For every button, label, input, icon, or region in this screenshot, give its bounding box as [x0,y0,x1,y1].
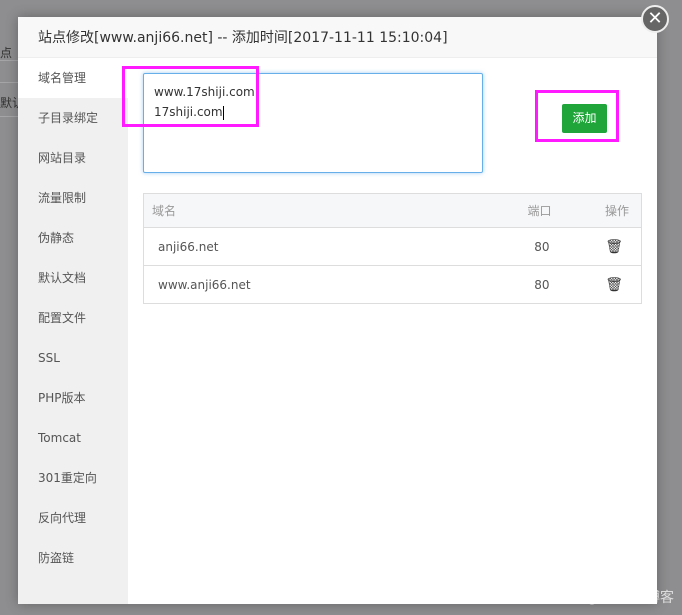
sidebar-item-proxy[interactable]: 反向代理 [18,498,128,538]
sidebar-item-subdir[interactable]: 子目录绑定 [18,98,128,138]
domain-cell: anji66.net [143,227,482,266]
sidebar-item-ssl[interactable]: SSL [18,338,128,378]
header-port: 端口 [481,193,582,228]
header-action: 操作 [581,193,642,228]
annotation-box [535,90,619,142]
port-cell: 80 [481,227,582,266]
domain-table: 域名 端口 操作 anji66.net 80 🗑 www.anji66.net … [143,193,642,304]
sidebar-item-traffic[interactable]: 流量限制 [18,178,128,218]
port-cell: 80 [481,265,582,304]
sidebar-item-rewrite[interactable]: 伪静态 [18,218,128,258]
trash-icon[interactable]: 🗑 [581,265,642,304]
background-text: 点 [0,46,13,60]
sidebar-item-php[interactable]: PHP版本 [18,378,128,418]
trash-icon[interactable]: 🗑 [581,227,642,266]
sidebar-item-redirect[interactable]: 301重定向 [18,458,128,498]
site-edit-modal: 站点修改[www.anji66.net] -- 添加时间[2017-11-11 … [18,17,657,604]
background-line [0,116,18,117]
sidebar-item-default-doc[interactable]: 默认文档 [18,258,128,298]
sidebar-item-hotlink[interactable]: 防盗链 [18,538,128,578]
sidebar: 域名管理 子目录绑定 网站目录 流量限制 伪静态 默认文档 配置文件 SSL P… [18,58,128,604]
sidebar-item-tomcat[interactable]: Tomcat [18,418,128,458]
table-row: anji66.net 80 🗑 [143,227,642,266]
sidebar-item-domain[interactable]: 域名管理 [18,58,128,98]
watermark: @51CTO博客 [584,590,674,606]
close-icon[interactable]: ✕ [641,5,669,33]
table-row: www.anji66.net 80 🗑 [143,265,642,304]
header-domain: 域名 [143,193,482,228]
table-header: 域名 端口 操作 [143,193,642,228]
domain-cell: www.anji66.net [143,265,482,304]
background-line [0,82,18,83]
sidebar-item-config[interactable]: 配置文件 [18,298,128,338]
sidebar-item-site-dir[interactable]: 网站目录 [18,138,128,178]
modal-title: 站点修改[www.anji66.net] -- 添加时间[2017-11-11 … [18,17,657,58]
annotation-box [122,66,259,127]
